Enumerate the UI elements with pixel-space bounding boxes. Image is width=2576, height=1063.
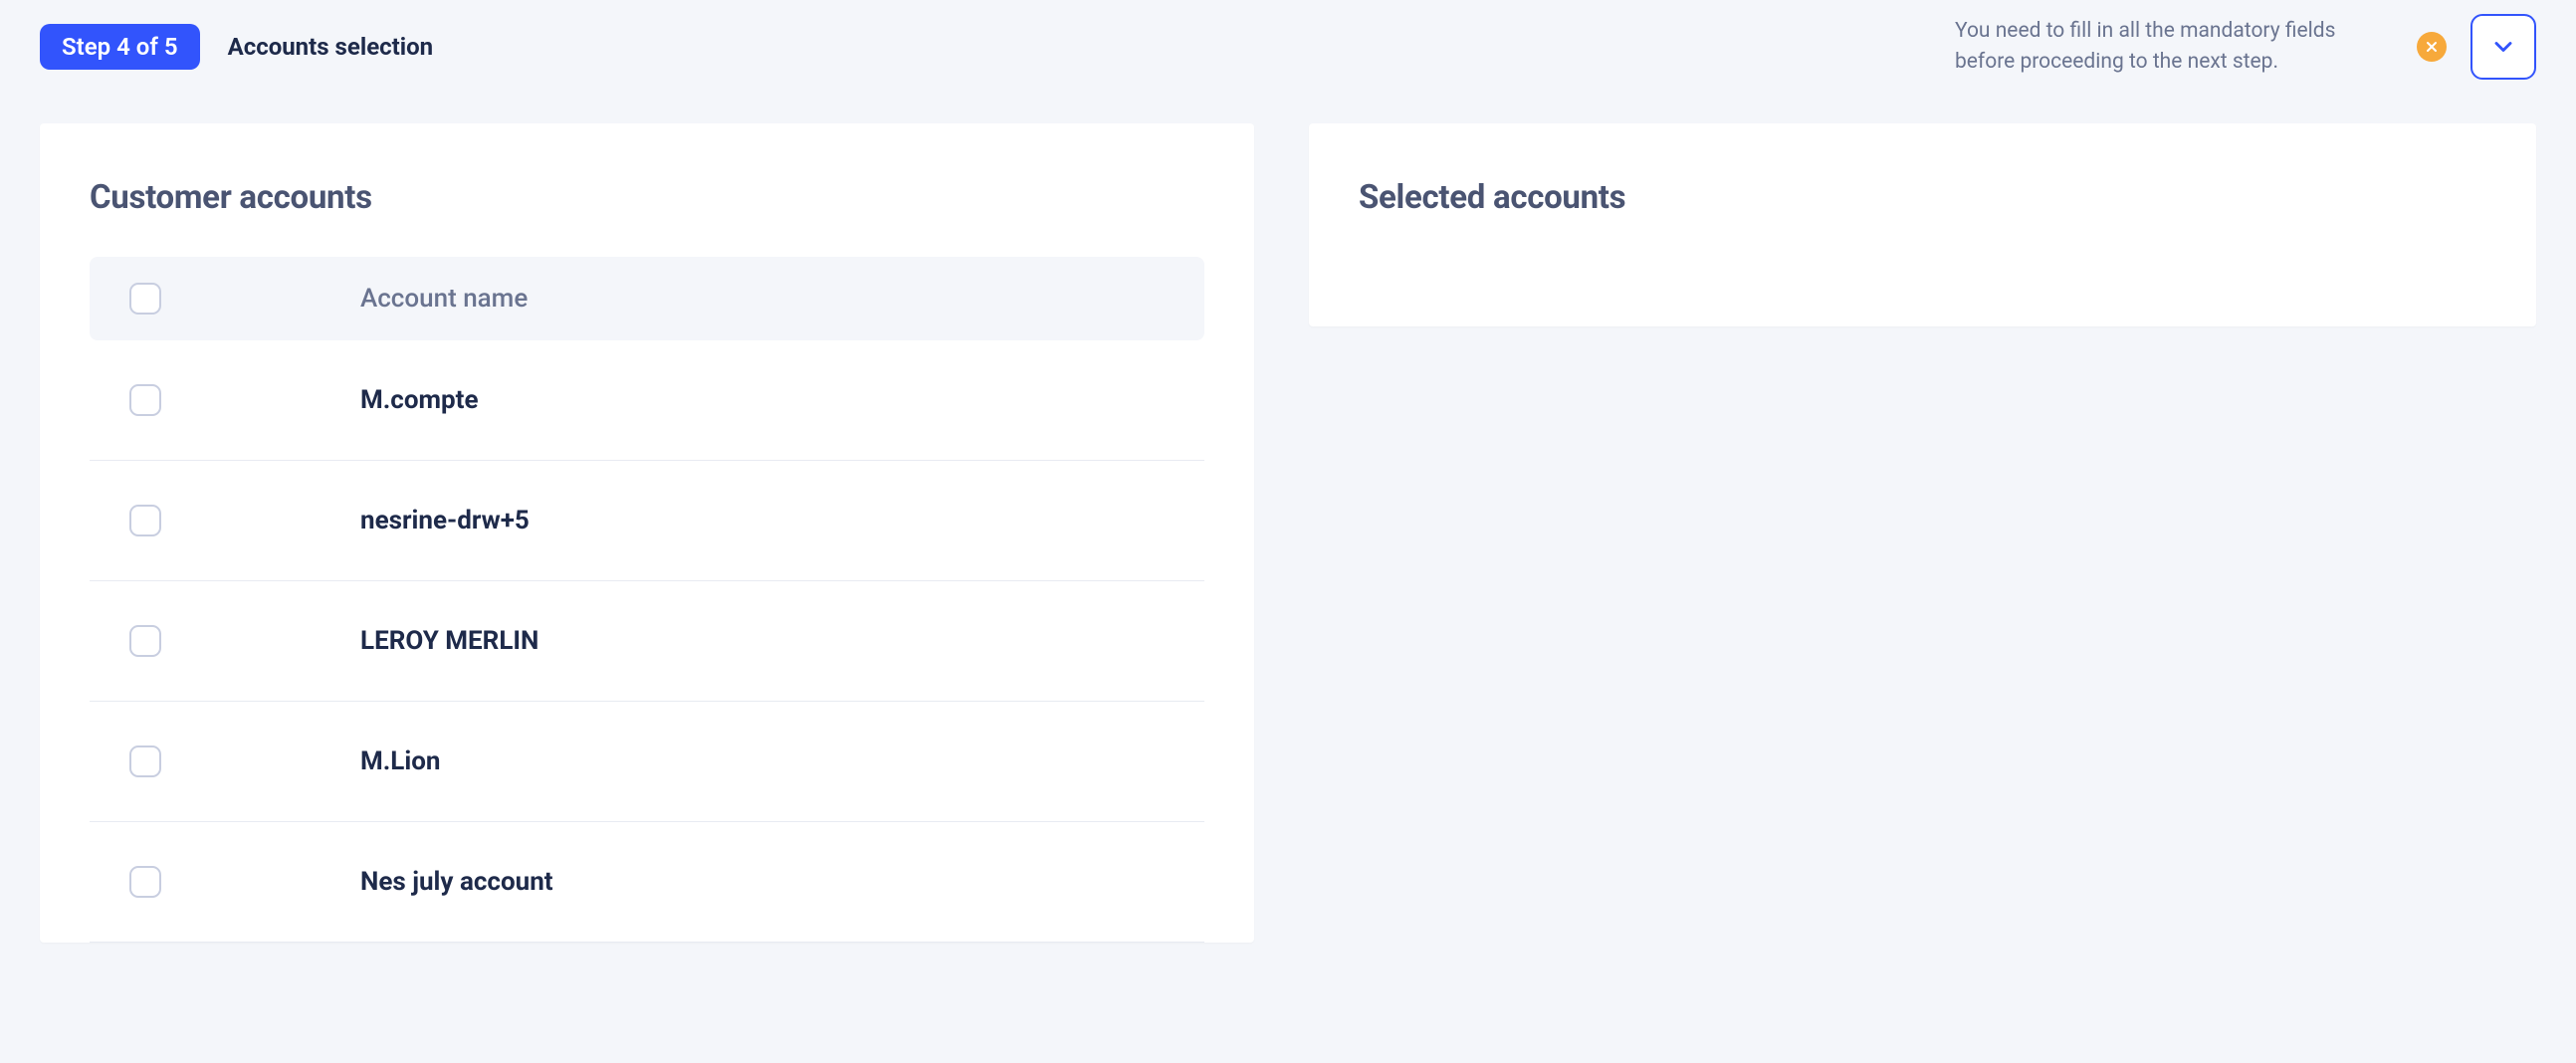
header-left: Step 4 of 5 Accounts selection [40, 24, 433, 70]
expand-toggle-button[interactable] [2470, 14, 2536, 80]
account-name: LEROY MERLIN [360, 626, 538, 656]
table-row: M.Lion [90, 702, 1204, 822]
customer-accounts-heading: Customer accounts [90, 178, 1204, 217]
chevron-down-icon [2489, 33, 2517, 61]
accounts-table-header: Account name [90, 257, 1204, 340]
header-right: You need to fill in all the mandatory fi… [1955, 14, 2536, 80]
account-name: M.compte [360, 385, 479, 415]
account-checkbox[interactable] [129, 745, 161, 777]
account-checkbox[interactable] [129, 384, 161, 416]
account-name: nesrine-drw+5 [360, 506, 530, 535]
account-name: M.Lion [360, 746, 441, 776]
step-badge: Step 4 of 5 [40, 24, 200, 70]
table-row: nesrine-drw+5 [90, 461, 1204, 581]
account-checkbox[interactable] [129, 505, 161, 536]
select-all-checkbox[interactable] [129, 283, 161, 315]
column-header-account-name: Account name [360, 284, 528, 314]
selected-accounts-heading: Selected accounts [1359, 178, 2486, 217]
account-checkbox[interactable] [129, 625, 161, 657]
table-row: LEROY MERLIN [90, 581, 1204, 702]
account-name: Nes july account [360, 867, 553, 897]
close-icon [2424, 39, 2440, 55]
warning-message: You need to fill in all the mandatory fi… [1955, 16, 2393, 79]
table-row: Nes july account [90, 822, 1204, 943]
customer-accounts-panel: Customer accounts Account name M.compte … [40, 123, 1254, 943]
header-bar: Step 4 of 5 Accounts selection You need … [0, 0, 2576, 94]
page-title: Accounts selection [228, 33, 434, 61]
dismiss-warning-button[interactable] [2417, 32, 2447, 62]
table-row: M.compte [90, 340, 1204, 461]
account-checkbox[interactable] [129, 866, 161, 898]
content-area: Customer accounts Account name M.compte … [0, 94, 2576, 943]
selected-accounts-panel: Selected accounts [1309, 123, 2536, 326]
